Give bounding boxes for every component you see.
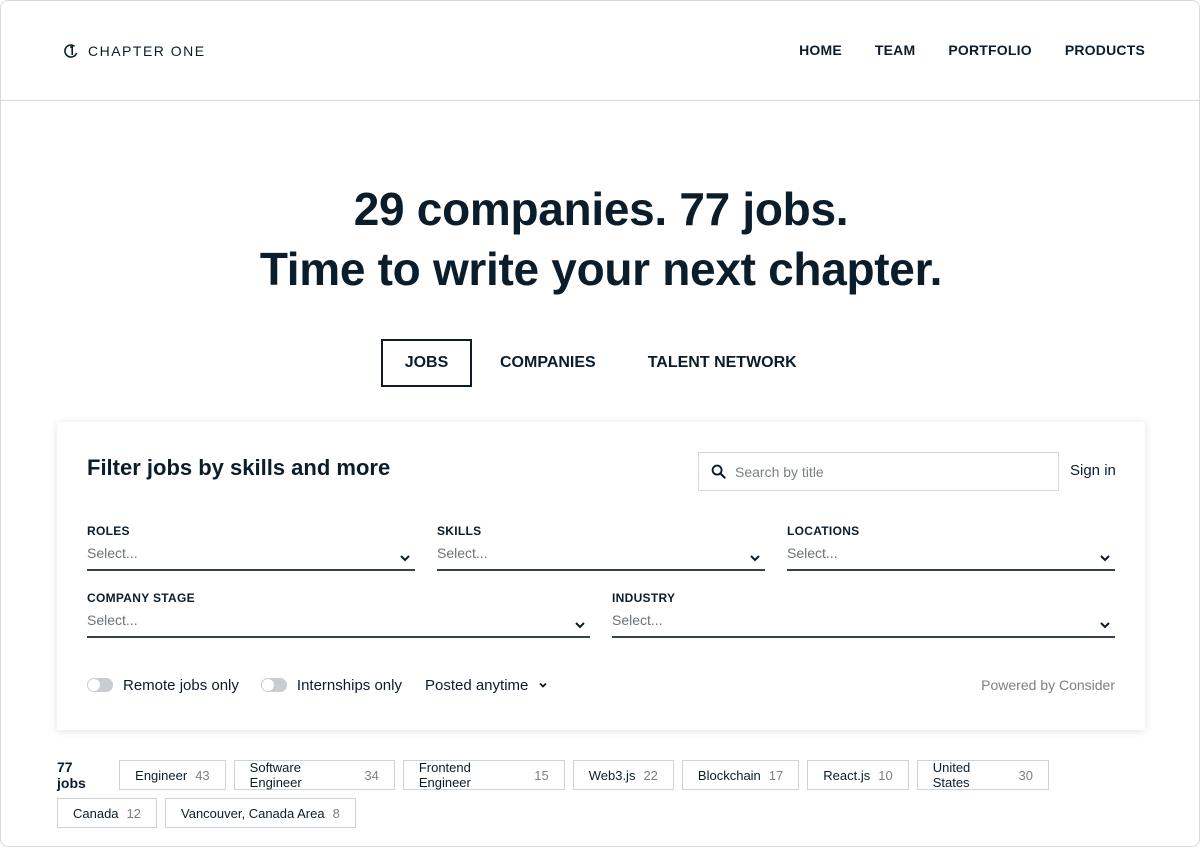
site-header: CHAPTER ONE HOME TEAM PORTFOLIO PRODUCTS bbox=[1, 1, 1199, 101]
company-stage-filter: COMPANY STAGE Select... bbox=[87, 591, 590, 638]
filter-title: Filter jobs by skills and more bbox=[87, 455, 391, 480]
chip-count: 17 bbox=[768, 767, 784, 783]
company-stage-select[interactable]: Select... bbox=[87, 612, 590, 638]
skills-select[interactable]: Select... bbox=[437, 545, 765, 571]
chevron-down-icon bbox=[400, 555, 410, 562]
remote-switch[interactable] bbox=[87, 678, 113, 692]
posted-dropdown-label: Posted anytime bbox=[424, 676, 529, 694]
chip-label: Frontend Engineer bbox=[418, 760, 471, 790]
roles-filter: ROLES Select... bbox=[87, 524, 415, 571]
chip-canada[interactable]: Canada 12 bbox=[57, 798, 158, 828]
chevron-down-icon bbox=[1100, 555, 1110, 562]
posted-dropdown[interactable]: Posted anytime bbox=[425, 677, 548, 694]
tab-companies[interactable]: COMPANIES bbox=[500, 339, 596, 387]
chip-label: Vancouver, Canada Area bbox=[181, 805, 325, 821]
chip-label: Engineer bbox=[135, 767, 188, 783]
chip-count: 30 bbox=[1018, 767, 1034, 783]
chip-label: United States bbox=[932, 760, 971, 790]
logo-text: CHAPTER ONE bbox=[88, 43, 206, 59]
industry-select-value: Select... bbox=[612, 612, 663, 628]
chip-count: 34 bbox=[364, 767, 379, 783]
industry-select[interactable]: Select... bbox=[612, 612, 1115, 638]
chip-count: 10 bbox=[878, 767, 893, 783]
hero-title: 29 companies. 77 jobs. Time to write you… bbox=[1, 179, 1199, 299]
chip-united-states[interactable]: United States 30 bbox=[916, 760, 1050, 790]
chapter-one-logo-icon bbox=[64, 44, 78, 58]
locations-filter: LOCATIONS Select... bbox=[787, 524, 1115, 571]
hero: 29 companies. 77 jobs. Time to write you… bbox=[1, 179, 1199, 299]
chip-web3js[interactable]: Web3.js 22 bbox=[572, 760, 674, 790]
industry-label: INDUSTRY bbox=[612, 591, 676, 605]
filter-toggles: Remote jobs only Internships only Posted… bbox=[87, 675, 548, 695]
hero-title-line2: Time to write your next chapter. bbox=[259, 243, 943, 295]
chevron-down-icon bbox=[575, 622, 585, 629]
locations-select[interactable]: Select... bbox=[787, 545, 1115, 571]
chip-engineer[interactable]: Engineer 43 bbox=[119, 760, 226, 790]
roles-select-value: Select... bbox=[87, 545, 138, 561]
chip-label: Web3.js bbox=[588, 767, 636, 783]
chevron-down-icon bbox=[1100, 622, 1110, 629]
remote-toggle-label: Remote jobs only bbox=[123, 676, 239, 694]
tab-bar: JOBS COMPANIES TALENT NETWORK bbox=[381, 339, 797, 387]
roles-select[interactable]: Select... bbox=[87, 545, 415, 571]
internships-toggle-label: Internships only bbox=[296, 676, 402, 694]
nav-products[interactable]: PRODUCTS bbox=[1065, 42, 1145, 58]
page-frame: CHAPTER ONE HOME TEAM PORTFOLIO PRODUCTS… bbox=[0, 0, 1200, 847]
chip-count: 15 bbox=[534, 767, 549, 783]
roles-label: ROLES bbox=[87, 524, 130, 538]
nav-team[interactable]: TEAM bbox=[875, 42, 915, 58]
remote-toggle[interactable]: Remote jobs only bbox=[87, 677, 239, 694]
powered-by-consider[interactable]: Powered by Consider bbox=[981, 677, 1115, 693]
chip-software-engineer[interactable]: Software Engineer 34 bbox=[233, 760, 395, 790]
search-icon bbox=[711, 464, 726, 479]
logo[interactable]: CHAPTER ONE bbox=[63, 41, 206, 61]
chevron-down-icon bbox=[750, 555, 760, 562]
search-input[interactable] bbox=[735, 463, 1035, 480]
company-stage-select-value: Select... bbox=[87, 612, 138, 628]
locations-select-value: Select... bbox=[787, 545, 838, 561]
chip-label: Blockchain bbox=[697, 767, 761, 783]
tab-jobs[interactable]: JOBS bbox=[381, 339, 472, 387]
chip-label: Canada bbox=[73, 805, 119, 821]
filter-card: Filter jobs by skills and more Sign in R… bbox=[57, 422, 1145, 730]
skills-label: SKILLS bbox=[437, 524, 482, 538]
jobs-count: 77 jobs bbox=[57, 759, 86, 791]
hero-title-line1: 29 companies. 77 jobs. bbox=[353, 183, 849, 235]
chip-row-2: Canada 12 Vancouver, Canada Area 8 bbox=[57, 798, 1057, 828]
search-box[interactable] bbox=[698, 452, 1059, 491]
chip-reactjs[interactable]: React.js 10 bbox=[807, 760, 909, 790]
chip-row-1: 77 jobs Engineer 43 Software Engineer 34… bbox=[57, 759, 1057, 791]
industry-filter: INDUSTRY Select... bbox=[612, 591, 1115, 638]
internships-toggle[interactable]: Internships only bbox=[260, 676, 402, 694]
locations-label: LOCATIONS bbox=[787, 524, 860, 538]
chip-count: 8 bbox=[332, 805, 340, 821]
chip-frontend-engineer[interactable]: Frontend Engineer 15 bbox=[402, 760, 565, 790]
skills-select-value: Select... bbox=[437, 545, 488, 561]
chip-count: 43 bbox=[195, 767, 210, 783]
nav-portfolio[interactable]: PORTFOLIO bbox=[948, 42, 1031, 58]
tab-talent-network[interactable]: TALENT NETWORK bbox=[648, 339, 797, 387]
chevron-down-icon bbox=[539, 682, 547, 688]
result-chips: 77 jobs Engineer 43 Software Engineer 34… bbox=[57, 759, 1057, 828]
main-nav: HOME TEAM PORTFOLIO PRODUCTS bbox=[799, 42, 1145, 58]
chip-blockchain[interactable]: Blockchain 17 bbox=[681, 760, 800, 790]
chip-vancouver[interactable]: Vancouver, Canada Area 8 bbox=[165, 798, 356, 828]
internships-switch[interactable] bbox=[260, 678, 287, 692]
chip-label: React.js bbox=[823, 767, 871, 783]
chip-count: 12 bbox=[126, 805, 142, 821]
chip-label: Software Engineer bbox=[249, 760, 302, 790]
sign-in-link[interactable]: Sign in bbox=[1070, 462, 1116, 479]
company-stage-label: COMPANY STAGE bbox=[87, 591, 195, 605]
chip-count: 22 bbox=[643, 767, 658, 783]
skills-filter: SKILLS Select... bbox=[437, 524, 765, 571]
nav-home[interactable]: HOME bbox=[799, 42, 842, 58]
